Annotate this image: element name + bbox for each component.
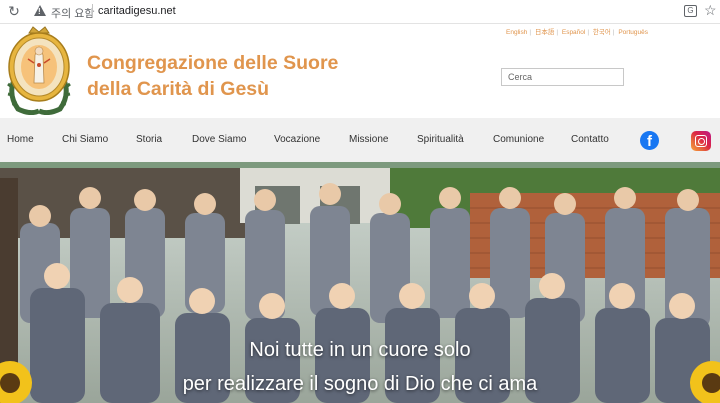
language-switcher: English | 日本語 | Español | 한국어 | Português	[506, 29, 648, 36]
main-navigation: Home Chi Siamo Storia Dove Siamo Vocazio…	[0, 118, 720, 162]
search-input[interactable]	[501, 68, 624, 86]
facebook-icon[interactable]: f	[640, 131, 659, 150]
nav-item-spiritualita[interactable]: Spiritualità	[417, 134, 464, 145]
nav-item-dove-siamo[interactable]: Dove Siamo	[192, 134, 246, 145]
address-bar-url[interactable]: caritadigesu.net	[98, 5, 176, 17]
address-divider	[92, 4, 93, 18]
translate-icon[interactable]: G	[684, 5, 697, 17]
language-link-portuguese[interactable]: Português	[618, 29, 648, 36]
bookmark-star-icon[interactable]: ☆	[704, 2, 717, 19]
nav-item-missione[interactable]: Missione	[349, 134, 388, 145]
reload-icon[interactable]: ↻	[6, 3, 22, 19]
nav-item-chi-siamo[interactable]: Chi Siamo	[62, 134, 108, 145]
warning-icon[interactable]	[34, 5, 46, 16]
language-link-japanese[interactable]: 日本語	[535, 29, 555, 36]
security-label[interactable]: 주의 요함	[51, 5, 95, 21]
nav-item-storia[interactable]: Storia	[136, 134, 162, 145]
group-photo	[0, 168, 720, 403]
site-title[interactable]: Congregazione delle Suore della Carità d…	[87, 50, 338, 102]
hero-banner: Noi tutte in un cuore solo per realizzar…	[0, 168, 720, 403]
browser-toolbar: ↻ 주의 요함 caritadigesu.net G ☆	[0, 0, 720, 24]
congregation-logo[interactable]	[4, 25, 74, 115]
hero-caption-line1: Noi tutte in un cuore solo	[249, 339, 471, 361]
language-link-spanish[interactable]: Español	[562, 29, 586, 36]
nav-item-contatto[interactable]: Contatto	[571, 134, 609, 145]
language-link-english[interactable]: English	[506, 29, 527, 36]
nav-item-home[interactable]: Home	[7, 134, 34, 145]
language-link-korean[interactable]: 한국어	[593, 29, 611, 36]
nav-item-comunione[interactable]: Comunione	[493, 134, 544, 145]
site-title-line2: della Carità di Gesù	[87, 78, 270, 100]
site-title-line1: Congregazione delle Suore	[87, 52, 339, 74]
instagram-icon[interactable]	[691, 131, 711, 151]
hero-caption-line2: per realizzare il sogno di Dio che ci am…	[182, 373, 538, 395]
nav-item-vocazione[interactable]: Vocazione	[274, 134, 320, 145]
